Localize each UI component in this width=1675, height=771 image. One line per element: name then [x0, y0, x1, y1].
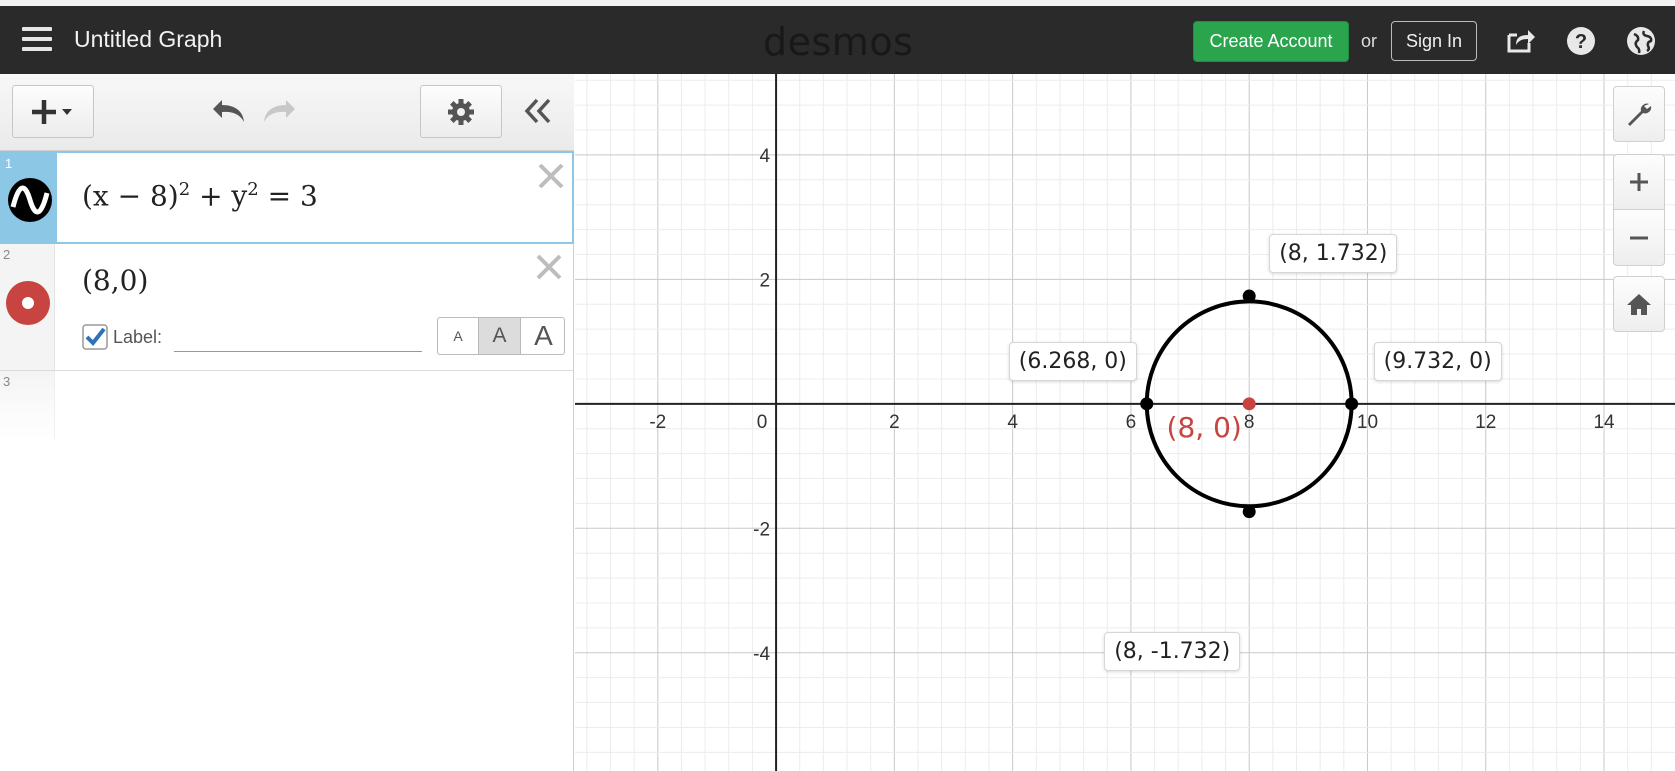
intercept-point [1242, 289, 1256, 303]
expression-list-panel: 1 (x − 8)2 + y2 = 3 2 (8,0) Label: A A A… [0, 74, 574, 771]
expression-input-2[interactable]: (8,0) [82, 264, 148, 297]
point-coordinate-label[interactable]: (8, 1.732) [1269, 234, 1398, 274]
expression-index: 2 [3, 247, 11, 262]
point-coordinate-label[interactable]: (8, -1.732) [1104, 631, 1241, 671]
redo-icon[interactable] [258, 96, 298, 126]
share-icon[interactable] [1504, 24, 1538, 58]
x-tick-label: 4 [1007, 412, 1018, 433]
y-tick-label: 2 [759, 270, 770, 291]
expression-row-3[interactable]: 3 [0, 371, 574, 439]
add-icon [32, 99, 72, 124]
expression-row-2[interactable]: 2 (8,0) Label: A A A [0, 244, 574, 371]
graph-title[interactable]: Untitled Graph [74, 26, 222, 53]
x-tick-label: 8 [1244, 412, 1255, 433]
x-tick-label: -2 [649, 412, 666, 433]
undo-icon[interactable] [210, 96, 250, 126]
expression-gutter: 1 [2, 153, 57, 242]
add-item-button[interactable] [12, 85, 94, 138]
create-account-button[interactable]: Create Account [1193, 21, 1349, 62]
sign-in-button[interactable]: Sign In [1391, 21, 1477, 61]
graph-settings-button[interactable] [1613, 86, 1665, 142]
gear-icon [448, 98, 474, 125]
expression-index: 1 [5, 156, 13, 171]
settings-button[interactable] [420, 85, 502, 138]
expression-gutter: 2 [0, 244, 55, 370]
zoom-in-icon [1630, 173, 1648, 191]
top-bar: Untitled Graph desmos Create Account or … [0, 6, 1675, 74]
zoom-out-button[interactable] [1613, 210, 1665, 266]
default-viewport-button[interactable] [1613, 276, 1665, 332]
label-input[interactable] [174, 322, 422, 352]
expression-gutter: 3 [0, 371, 55, 439]
expression-index: 3 [3, 374, 11, 389]
center-point-label: (8, 0) [1167, 411, 1242, 444]
label-size-small[interactable]: A [438, 318, 479, 354]
zoom-out-icon [1630, 236, 1648, 239]
label-size-large[interactable]: A [521, 318, 564, 354]
intercept-point [1242, 505, 1256, 519]
x-tick-label: 6 [1126, 412, 1137, 433]
point-style-icon[interactable] [5, 280, 51, 326]
label-size-selector: A A A [437, 317, 565, 355]
globe-icon[interactable] [1624, 24, 1658, 58]
menu-icon[interactable] [22, 27, 52, 53]
home-icon [1627, 294, 1651, 315]
wrench-icon [1628, 103, 1652, 126]
intercept-point [1345, 397, 1359, 411]
svg-text:?: ? [1575, 31, 1587, 53]
desmos-logo: desmos [763, 20, 914, 64]
collapse-icon[interactable] [522, 96, 554, 126]
y-tick-label: 4 [759, 146, 770, 167]
close-icon[interactable] [534, 252, 564, 282]
help-icon[interactable]: ? [1564, 24, 1598, 58]
x-tick-label: 14 [1593, 412, 1615, 433]
point-coordinate-label[interactable]: (9.732, 0) [1373, 341, 1502, 381]
label-size-medium[interactable]: A [479, 318, 521, 354]
label-text: Label: [113, 327, 163, 347]
point-coordinate-label[interactable]: (6.268, 0) [1008, 341, 1137, 381]
x-tick-label: 2 [889, 412, 900, 433]
intercept-point [1140, 397, 1154, 411]
x-tick-label: 0 [757, 412, 768, 433]
x-tick-label: 12 [1475, 412, 1496, 433]
expression-input-1[interactable]: (x − 8)2 + y2 = 3 [82, 179, 318, 212]
center-point [1242, 397, 1256, 411]
graph-paper[interactable]: -2 0 2 4 6 8 10 12 14 4 2 -2 -4 (8, 0) (8, 1.732) (6.2… [575, 74, 1675, 771]
x-tick-label: 10 [1357, 412, 1378, 433]
label-checkbox[interactable] [82, 324, 108, 350]
expression-row-1[interactable]: 1 (x − 8)2 + y2 = 3 [0, 151, 574, 244]
zoom-in-button[interactable] [1613, 154, 1665, 210]
or-text: or [1361, 31, 1378, 51]
wave-icon[interactable] [7, 177, 53, 223]
expression-toolbar [0, 74, 574, 151]
y-tick-label: -4 [753, 644, 770, 665]
y-tick-label: -2 [753, 519, 770, 540]
close-icon[interactable] [536, 161, 566, 191]
